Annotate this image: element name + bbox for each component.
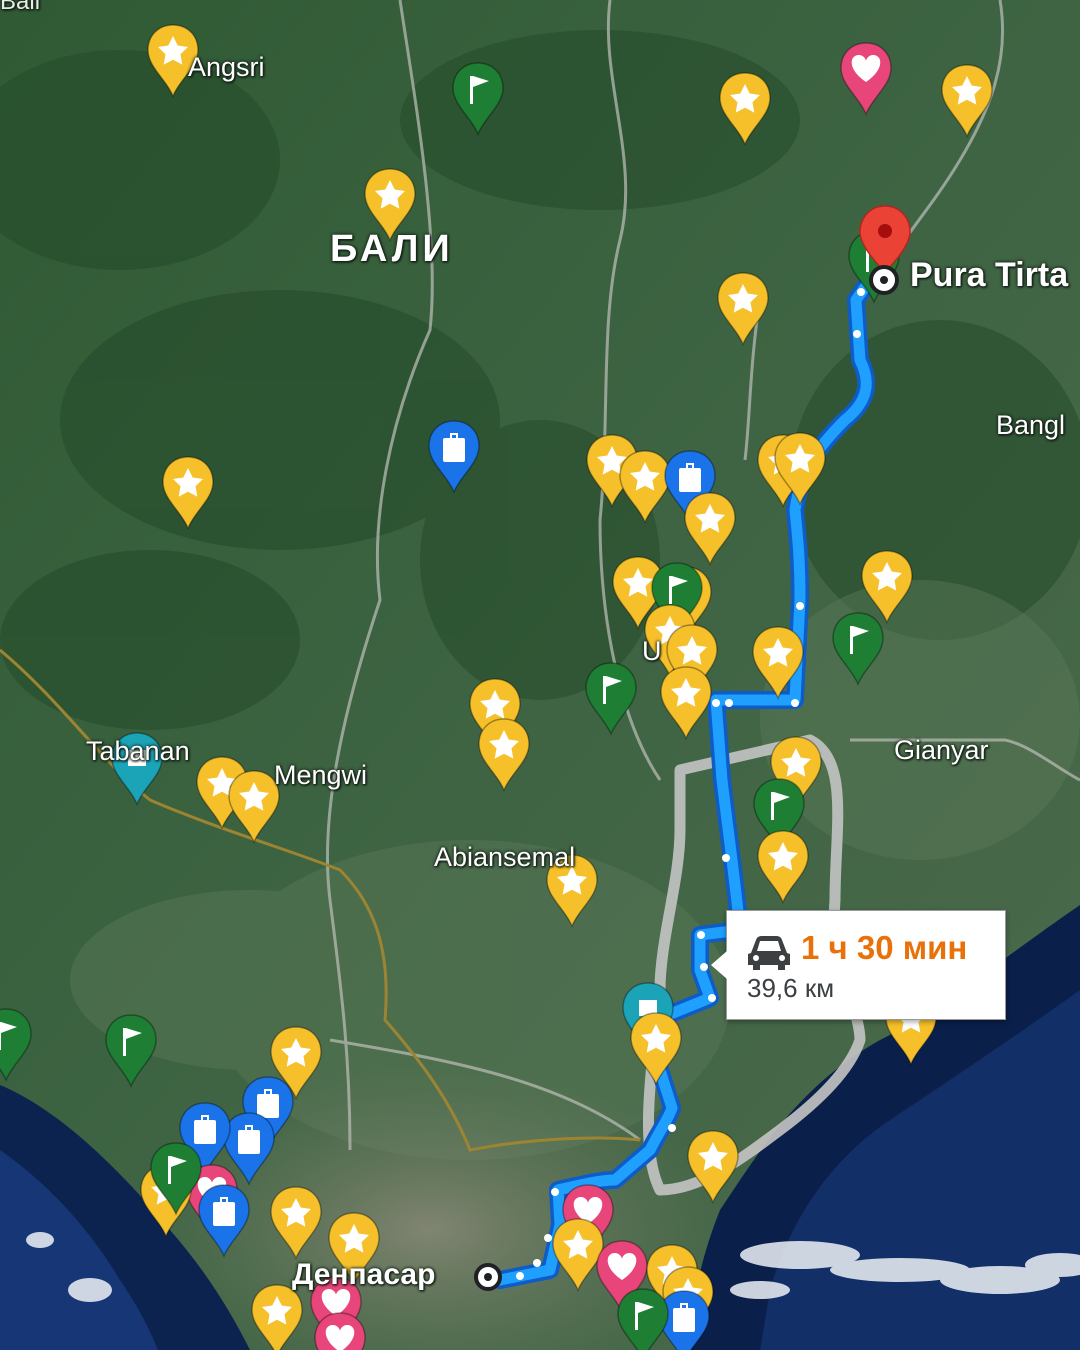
corner-label: Bali (0, 0, 41, 15)
map-canvas[interactable] (0, 0, 1080, 1350)
destination-label[interactable]: Pura Tirta (910, 256, 1068, 295)
route-distance: 39,6 км (747, 973, 835, 1003)
place-label-angsri[interactable]: Angsri (188, 52, 265, 83)
place-label-gianyar[interactable]: Gianyar (894, 735, 989, 766)
route-start-marker[interactable] (474, 1263, 502, 1291)
car-icon (748, 936, 790, 970)
route-duration: 1 ч 30 мин (801, 929, 968, 966)
place-label-bangli[interactable]: Bangl (996, 410, 1065, 441)
callout-pointer (711, 951, 727, 979)
place-label-mengwi[interactable]: Mengwi (274, 760, 367, 791)
place-label-ubud[interactable]: U (642, 636, 662, 667)
region-label: БАЛИ (330, 228, 454, 270)
route-info-card[interactable]: 1 ч 30 мин 39,6 км (711, 910, 1006, 1020)
place-label-tabanan[interactable]: Tabanan (86, 736, 190, 767)
place-label-abiansemal[interactable]: Abiansemal (434, 842, 575, 873)
place-label-denpasar[interactable]: Денпасар (292, 1258, 435, 1292)
map-view[interactable]: Bali Angsri БАЛИ Pura Tirta Bangl Tabana… (0, 0, 1080, 1350)
